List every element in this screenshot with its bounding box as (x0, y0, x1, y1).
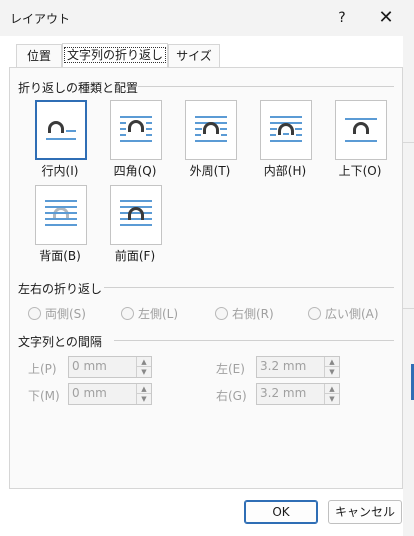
spin-up-icon[interactable]: ▲ (325, 384, 339, 394)
divider (104, 287, 394, 288)
wrap-option-square[interactable]: 四角(Q) (105, 100, 165, 178)
tab-text-wrapping-label: 文字列の折り返し (63, 47, 166, 63)
spin-down-icon[interactable]: ▼ (325, 367, 339, 377)
spinner-value: 3.2 mm (260, 359, 307, 373)
wrap-option-label: 外周(T) (189, 164, 231, 178)
distance-left-spinner[interactable]: 3.2 mm ▲ ▼ (256, 356, 340, 378)
edge-divider (403, 142, 414, 143)
distance-left-label: 左(E) (216, 362, 245, 376)
spinner-value: 3.2 mm (260, 386, 307, 400)
behind-text-icon (45, 200, 77, 226)
tab-panel: 折り返しの種類と配置 行内(I) 四角(Q) 外周(T) 内部(H) 上下(O)… (9, 67, 403, 489)
wrap-option-tight[interactable]: 外周(T) (180, 100, 240, 178)
dialog-title: レイアウト (10, 12, 71, 26)
tab-size[interactable]: サイズ (168, 44, 220, 67)
in-front-of-text-icon (120, 200, 152, 226)
spin-up-icon[interactable]: ▲ (137, 384, 151, 394)
edge-divider (403, 308, 414, 309)
wrap-option-through[interactable]: 内部(H) (255, 100, 315, 178)
tab-text-wrapping[interactable]: 文字列の折り返し (62, 43, 168, 68)
wrap-option-box[interactable] (110, 185, 162, 245)
spin-up-icon[interactable]: ▲ (325, 357, 339, 367)
spinner-value: 0 mm (72, 359, 107, 373)
wrap-option-top-bottom[interactable]: 上下(O) (330, 100, 390, 178)
wrap-option-label: 内部(H) (263, 164, 307, 178)
square-wrap-icon (120, 116, 152, 142)
radio-label: 両側(S) (45, 307, 86, 321)
spinner-arrows[interactable]: ▲ ▼ (136, 357, 151, 377)
radio-label: 左側(L) (138, 307, 179, 321)
spin-up-icon[interactable]: ▲ (137, 357, 151, 367)
cancel-button[interactable]: キャンセル (328, 500, 402, 524)
close-button[interactable]: ✕ (372, 6, 400, 30)
spin-down-icon[interactable]: ▼ (137, 367, 151, 377)
inline-with-text-icon (46, 121, 76, 140)
spinner-value: 0 mm (72, 386, 107, 400)
divider (114, 340, 394, 341)
distance-right-label: 右(G) (216, 389, 247, 403)
radio-circle[interactable] (28, 307, 41, 320)
divider (138, 86, 394, 87)
wrap-option-box[interactable] (185, 100, 237, 160)
tab-size-label: サイズ (176, 49, 212, 63)
radio-circle[interactable] (121, 307, 134, 320)
spin-down-icon[interactable]: ▼ (137, 394, 151, 404)
distance-top-label: 上(P) (28, 362, 57, 376)
background-window-edge (403, 36, 414, 536)
distance-bottom-label: 下(M) (28, 389, 60, 403)
wrap-option-label: 前面(F) (114, 249, 156, 263)
wrap-option-box[interactable] (35, 100, 87, 160)
wrap-option-inline[interactable]: 行内(I) (30, 100, 90, 178)
wrap-type-heading: 折り返しの種類と配置 (18, 81, 139, 95)
wrap-option-label: 背面(B) (39, 249, 81, 263)
tight-wrap-icon (195, 116, 227, 142)
distance-top-spinner[interactable]: 0 mm ▲ ▼ (68, 356, 152, 378)
spinner-arrows[interactable]: ▲ ▼ (324, 357, 339, 377)
radio-label: 広い側(A) (325, 307, 379, 321)
distance-bottom-spinner[interactable]: 0 mm ▲ ▼ (68, 383, 152, 405)
wrap-option-label: 上下(O) (338, 164, 382, 178)
radio-circle[interactable] (308, 307, 321, 320)
radio-largest-side[interactable]: 広い側(A) (308, 305, 379, 322)
radio-right-side[interactable]: 右側(R) (215, 305, 274, 322)
spinner-arrows[interactable]: ▲ ▼ (324, 384, 339, 404)
wrap-option-box[interactable] (260, 100, 312, 160)
wrap-option-box[interactable] (35, 185, 87, 245)
wrap-side-heading: 左右の折り返し (18, 282, 103, 296)
tab-position-label: 位置 (26, 49, 51, 63)
wrap-option-label: 行内(I) (41, 164, 79, 178)
radio-circle[interactable] (215, 307, 228, 320)
wrap-option-label: 四角(Q) (113, 164, 157, 178)
wrap-option-behind[interactable]: 背面(B) (30, 185, 90, 263)
radio-both-sides[interactable]: 両側(S) (28, 305, 86, 322)
distance-heading: 文字列との間隔 (18, 335, 102, 349)
spinner-arrows[interactable]: ▲ ▼ (136, 384, 151, 404)
ok-button[interactable]: OK (244, 500, 318, 524)
radio-label: 右側(R) (232, 307, 274, 321)
help-button[interactable]: ? (330, 6, 354, 30)
top-bottom-wrap-icon (345, 118, 377, 142)
tab-position[interactable]: 位置 (16, 44, 62, 67)
wrap-option-in-front[interactable]: 前面(F) (105, 185, 165, 263)
spin-down-icon[interactable]: ▼ (325, 394, 339, 404)
wrap-option-box[interactable] (110, 100, 162, 160)
title-bar: レイアウト ? ✕ (0, 0, 414, 36)
radio-left-side[interactable]: 左側(L) (121, 305, 178, 322)
wrap-option-box[interactable] (335, 100, 387, 160)
through-wrap-icon (270, 116, 302, 142)
distance-right-spinner[interactable]: 3.2 mm ▲ ▼ (256, 383, 340, 405)
